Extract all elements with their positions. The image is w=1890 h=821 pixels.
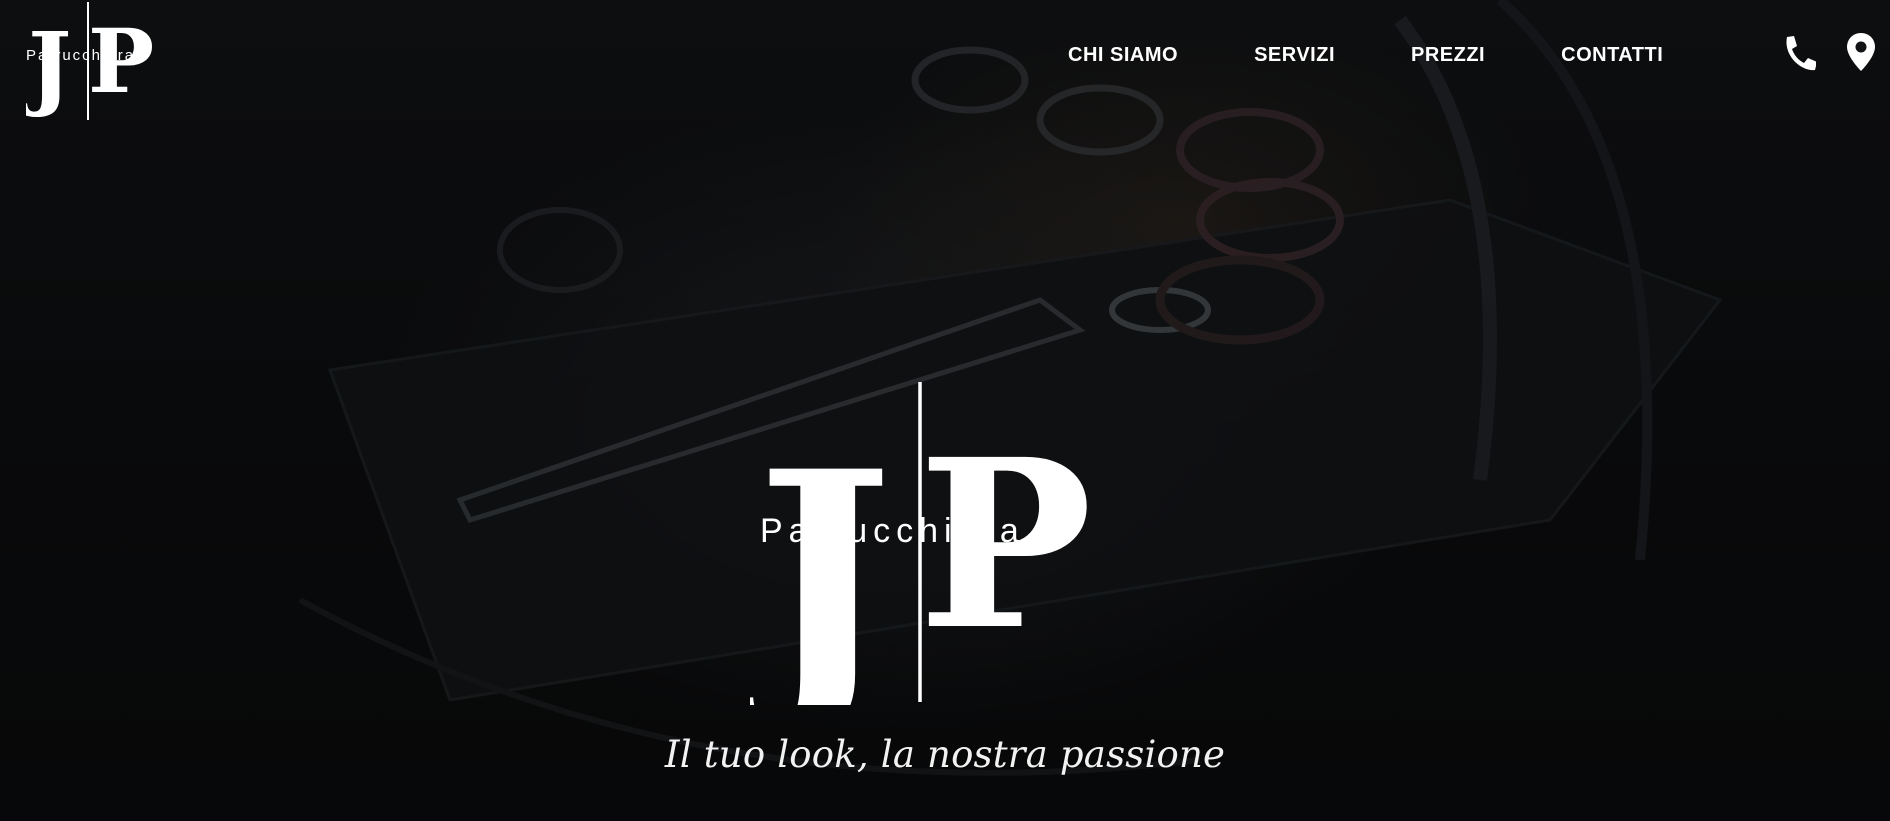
- hero-monogram-j: J: [750, 409, 893, 705]
- nav-item-servizi[interactable]: SERVIZI: [1254, 44, 1335, 67]
- logo-wordmark: Parrucchiera: [26, 47, 135, 64]
- logo-monogram-j: J: [26, 12, 72, 120]
- hero-logo: J P Parrucchiera: [750, 380, 1150, 705]
- nav-item-chi-siamo[interactable]: CHI SIAMO: [1068, 44, 1178, 67]
- phone-icon[interactable]: [1780, 34, 1816, 74]
- nav-item-prezzi[interactable]: PREZZI: [1411, 44, 1485, 67]
- header-logo[interactable]: J P Parrucchiera: [26, 0, 176, 122]
- nav-item-contatti[interactable]: CONTATTI: [1561, 44, 1663, 67]
- hero-tagline: Il tuo look, la nostra passione: [664, 733, 1226, 776]
- location-pin-icon[interactable]: [1846, 32, 1876, 72]
- hero-section: J P Parrucchiera CHI SIAMO SERVIZI PREZZ…: [0, 0, 1890, 821]
- hero-logo-wordmark: Parrucchiera: [760, 512, 1025, 550]
- main-navigation: CHI SIAMO SERVIZI PREZZI CONTATTI: [1068, 44, 1663, 67]
